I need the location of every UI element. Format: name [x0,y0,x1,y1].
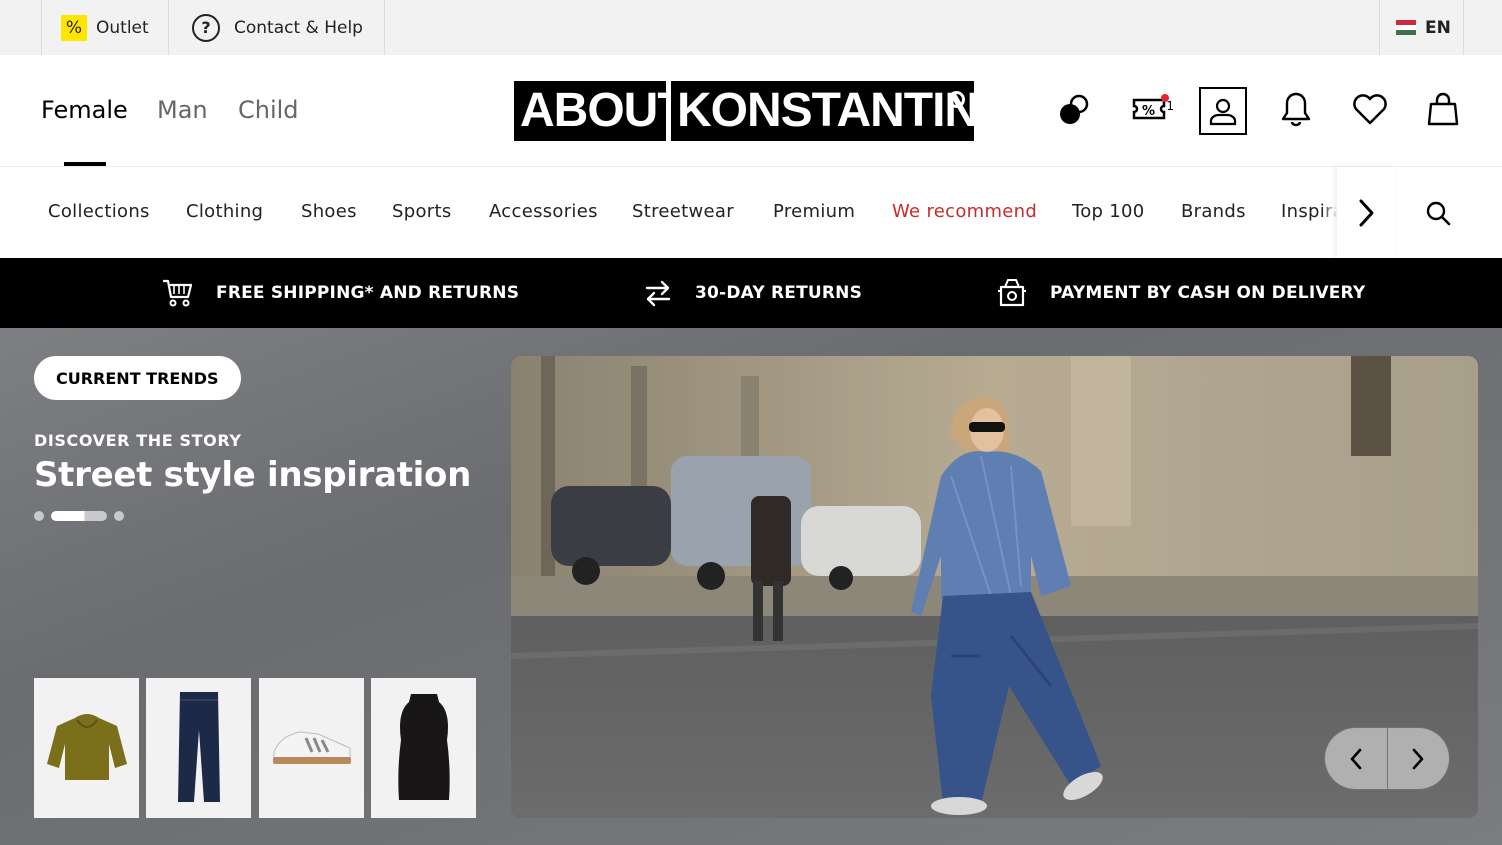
category-fade [1322,167,1338,258]
sneaker-image [272,731,351,764]
hero-eyebrow: DISCOVER THE STORY [34,431,242,450]
club-icon [1060,94,1089,124]
user-icon [1209,98,1237,126]
current-trends-chip[interactable]: CURRENT TRENDS [34,356,241,400]
active-tab-indicator [64,162,106,166]
outlet-link[interactable]: % Outlet [41,0,169,55]
top-image [397,694,450,800]
coupon-icon: % [1132,94,1169,120]
logo-part-konstantin: KONSTANTIN [671,81,979,141]
logo-circle-icon [948,91,965,108]
hero-title[interactable]: Street style inspiration [34,455,471,495]
return-arrows-icon [645,280,671,307]
slide-dot-active[interactable] [51,511,107,521]
hero-next-button[interactable] [1388,728,1450,789]
search-icon [1426,201,1451,226]
wishlist-button[interactable] [1346,85,1394,133]
language-label: EN [1425,17,1451,38]
product-thumb-top[interactable] [371,678,476,818]
svg-text:%: % [1142,104,1155,119]
jeans-image [177,692,220,802]
main-header: Female Man Child ABOUT KONSTANTIN % 1 [0,55,1502,167]
tab-man[interactable]: Man [157,96,208,124]
category-accessories[interactable]: Accessories [489,201,598,222]
chevron-right-icon [1359,199,1374,226]
category-streetwear[interactable]: Streetwear [632,201,734,222]
logo-text: KONSTANTIN [677,84,979,137]
product-thumb-jeans[interactable] [146,678,251,818]
hungary-flag-icon [1396,20,1416,35]
category-premium[interactable]: Premium [773,201,855,222]
site-logo[interactable]: ABOUT KONSTANTIN [514,81,979,141]
outlet-label: Outlet [96,17,149,38]
category-collections[interactable]: Collections [48,201,150,222]
cash-payment-icon [998,279,1026,307]
chevron-right-icon [1412,748,1424,769]
benefit-cash-on-delivery-label: PAYMENT BY CASH ON DELIVERY [1050,283,1366,303]
contact-help-link[interactable]: ? Contact & Help [168,0,385,55]
heart-icon [1353,94,1387,125]
bag-icon [1427,92,1459,126]
hoodie-image [46,714,127,780]
category-sports[interactable]: Sports [392,201,452,222]
slide-indicator [34,511,124,521]
contact-help-label: Contact & Help [234,17,363,38]
cart-icon [163,279,193,307]
tab-child[interactable]: Child [238,96,299,124]
chevron-left-icon [1350,748,1362,769]
hero-banner: CURRENT TRENDS DISCOVER THE STORY Street… [0,328,1502,845]
benefit-cash-on-delivery: PAYMENT BY CASH ON DELIVERY [996,258,1365,328]
benefit-free-shipping-label: FREE SHIPPING* AND RETURNS [216,283,520,303]
benefit-free-shipping: FREE SHIPPING* AND RETURNS [160,258,519,328]
product-thumb-hoodie[interactable] [34,678,139,818]
slide-dot[interactable] [114,511,124,521]
category-brands[interactable]: Brands [1181,201,1246,222]
account-button[interactable] [1199,87,1247,135]
basket-button[interactable] [1419,85,1467,133]
benefit-returns: 30-DAY RETURNS [643,258,862,328]
product-thumb-sneaker[interactable] [259,678,364,818]
coupons-button[interactable]: % 1 [1126,85,1174,133]
club-button[interactable] [1051,85,1099,133]
tab-female[interactable]: Female [41,96,128,124]
notifications-button[interactable] [1272,85,1320,133]
hero-prev-button[interactable] [1325,728,1387,789]
utility-bar: % Outlet ? Contact & Help EN [0,0,1502,55]
search-button[interactable] [1418,193,1458,233]
category-scroll-next-button[interactable] [1337,167,1395,258]
coupon-count: 1 [1166,99,1174,113]
category-nav: Collections Clothing Shoes Sports Access… [0,167,1502,258]
percent-icon: % [61,14,87,41]
hero-carousel-controls [1324,727,1450,790]
benefits-bar: FREE SHIPPING* AND RETURNS 30-DAY RETURN… [0,258,1502,328]
category-we-recommend[interactable]: We recommend [892,201,1037,222]
category-top-100[interactable]: Top 100 [1072,201,1145,222]
question-icon: ? [192,13,220,42]
bell-icon [1281,92,1311,127]
slide-dot[interactable] [34,511,44,521]
language-selector[interactable]: EN [1379,0,1464,55]
benefit-returns-label: 30-DAY RETURNS [695,283,863,303]
category-clothing[interactable]: Clothing [186,201,263,222]
logo-part-about: ABOUT [514,81,687,141]
category-shoes[interactable]: Shoes [301,201,357,222]
